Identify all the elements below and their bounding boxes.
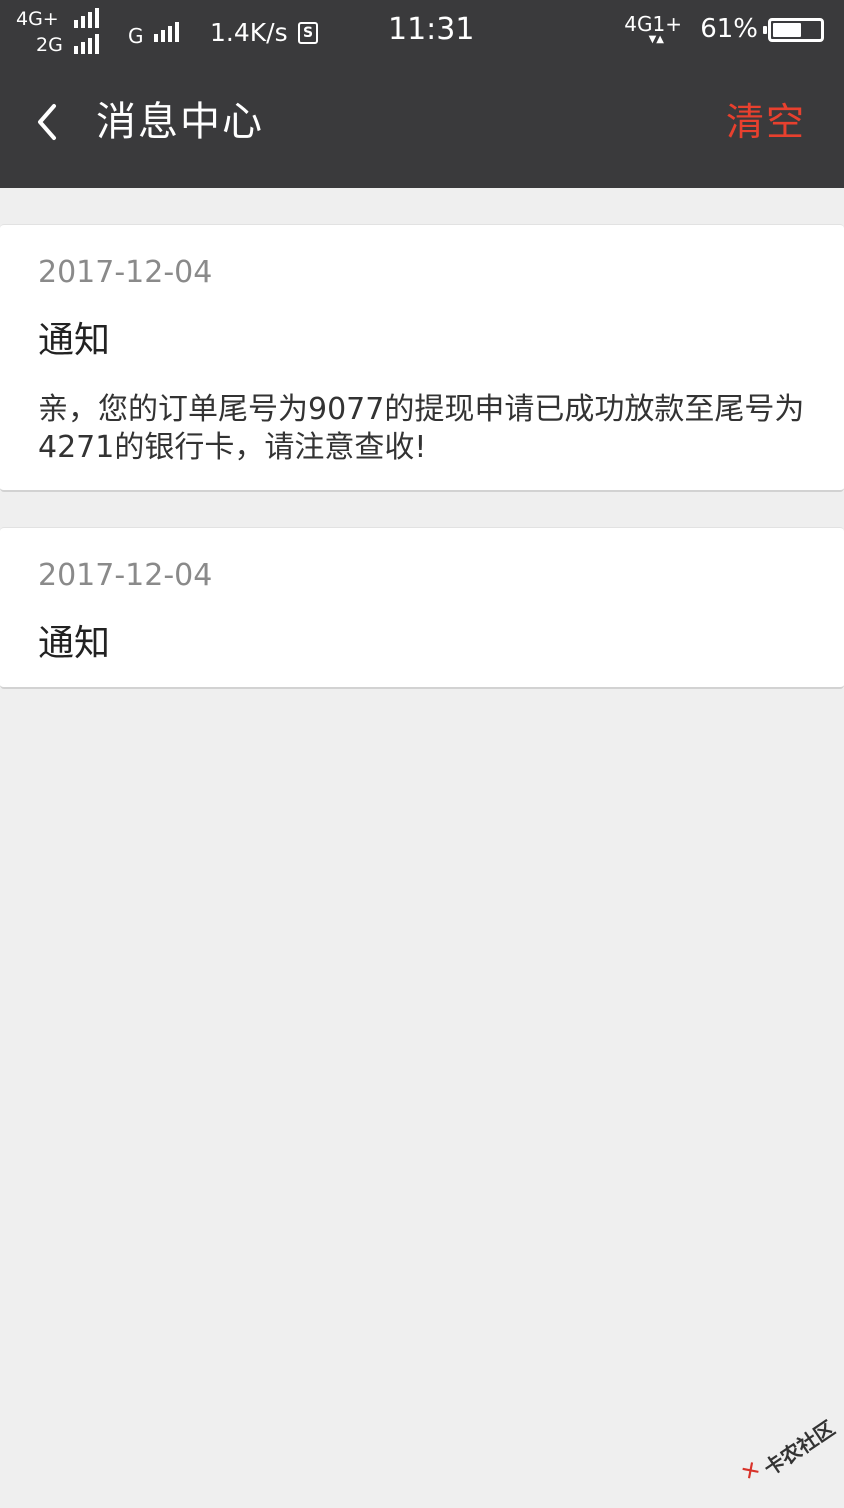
message-title: 通知 xyxy=(38,623,111,664)
s-app-icon: S xyxy=(298,22,318,44)
watermark: ✕ 卡农社区 xyxy=(724,1392,844,1508)
message-date: 2017-12-04 xyxy=(38,558,213,593)
clock: 11:31 xyxy=(388,12,475,47)
message-title: 通知 xyxy=(38,320,111,361)
battery-icon xyxy=(763,18,824,42)
message-date: 2017-12-04 xyxy=(38,255,213,290)
data-activity-icon: ▼▲ xyxy=(648,34,664,45)
top-navigation-bar: 消息中心 清空 xyxy=(0,58,844,188)
network-speed: 1.4K/s xyxy=(210,18,288,47)
signal-bars-icon xyxy=(74,34,99,54)
network-label-right: 4G1+ xyxy=(624,12,682,36)
message-body: 亲，您的订单尾号为9077的提现申请已成功放款至尾号为4271的银行卡，请注意查… xyxy=(38,392,805,465)
message-card[interactable]: 2017-12-04 通知 亲，您的订单尾号为9077的提现申请已成功放款至尾号… xyxy=(0,224,844,492)
message-card[interactable]: 2017-12-04 通知 xyxy=(0,527,844,689)
network-label-secondary: 2G xyxy=(36,34,63,56)
watermark-text: 卡农社区 xyxy=(759,1415,840,1481)
battery-percent: 61% xyxy=(700,14,758,44)
status-bar: 4G+ 2G G 1.4K/s S 11:31 4G1+ ▼▲ 61% xyxy=(0,0,844,58)
battery-level xyxy=(773,23,801,37)
signal-bars-icon xyxy=(154,22,179,42)
page-title: 消息中心 xyxy=(96,99,264,145)
network-label-g: G xyxy=(128,24,144,48)
network-stack: 4G+ 2G xyxy=(16,4,126,56)
clear-button[interactable]: 清空 xyxy=(726,98,806,146)
chevron-left-icon[interactable] xyxy=(28,98,68,146)
network-label-primary: 4G+ xyxy=(16,8,59,30)
signal-bars-icon xyxy=(74,8,99,28)
